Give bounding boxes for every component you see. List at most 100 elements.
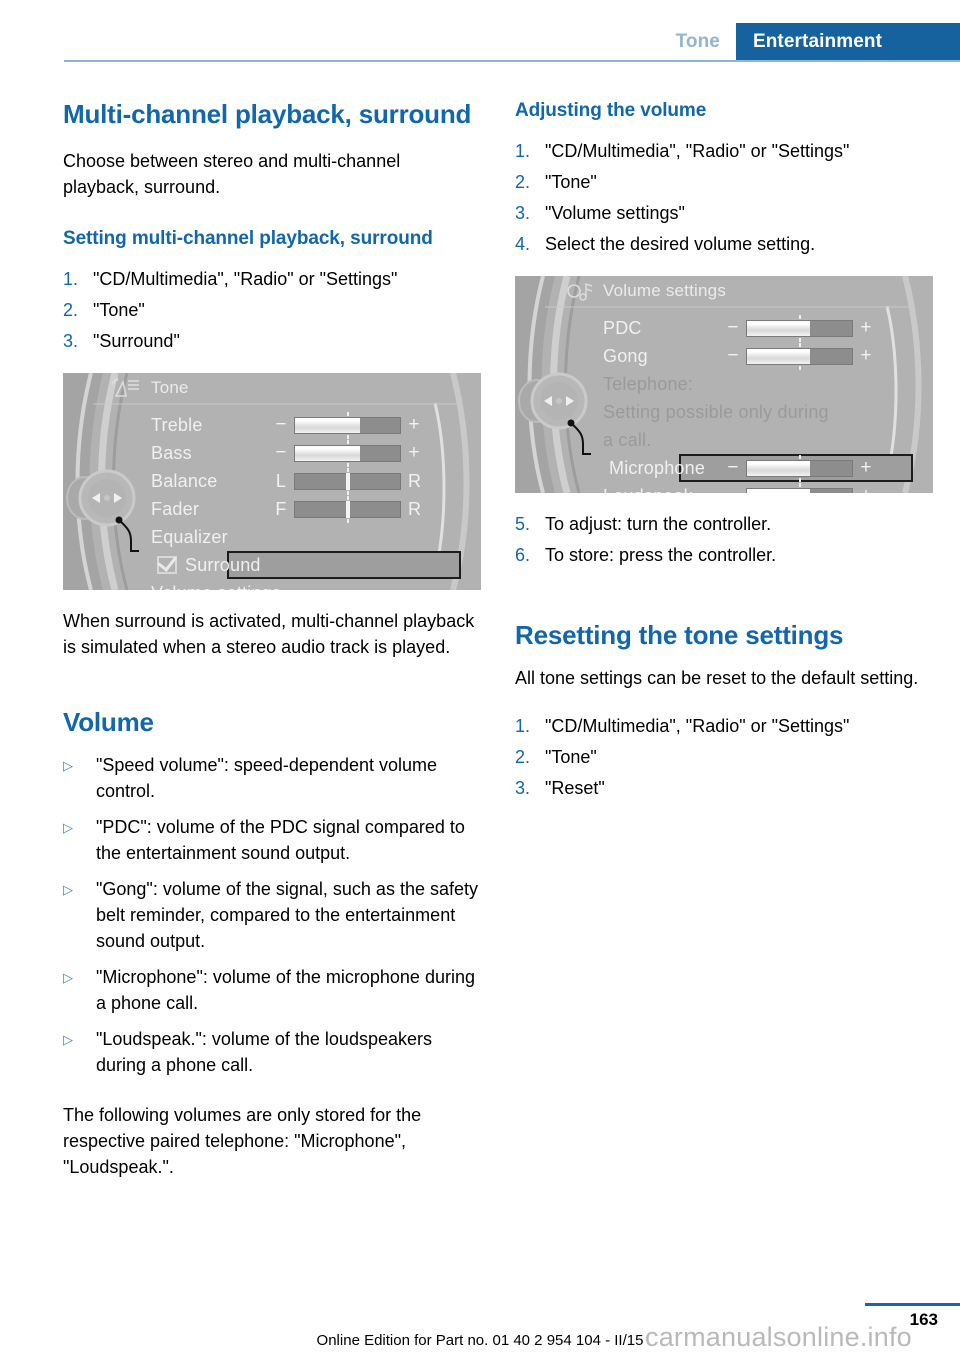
header-divider xyxy=(64,60,960,62)
tone-row-bass[interactable]: Bass − + xyxy=(151,439,471,467)
row-label: Surround xyxy=(185,554,261,575)
volume-row-microphone[interactable]: Microphone − + xyxy=(603,454,923,482)
plus-icon[interactable]: + xyxy=(408,443,420,462)
step-text: "CD/Multimedia", "Radio" or "Settings" xyxy=(93,269,398,289)
plus-icon[interactable]: + xyxy=(860,486,872,493)
step-text: "Tone" xyxy=(545,747,597,767)
triangle-bullet-icon: ▷ xyxy=(63,758,73,773)
section-heading-volume: Volume xyxy=(63,707,154,737)
list-item: ▷ "Gong": volume of the signal, such as … xyxy=(63,876,481,964)
bullet-text: "PDC": volume of the PDC signal compared… xyxy=(96,817,465,863)
step-number: 2. xyxy=(63,300,79,320)
tone-screen-illustration: Tone Treble − + Bass − + Balance L R Fad… xyxy=(63,373,481,590)
screen-title: Tone xyxy=(151,378,189,397)
list-item: ▷ "Microphone": volume of the microphone… xyxy=(63,964,481,1026)
header-tab-group: Tone Entertainment xyxy=(666,23,960,60)
plus-icon[interactable]: + xyxy=(408,415,420,434)
triangle-bullet-icon: ▷ xyxy=(63,1032,73,1047)
minus-icon[interactable]: − xyxy=(727,458,739,477)
list-item: 6. To store: press the controller. xyxy=(515,542,933,573)
volume-row-loudspeaker[interactable]: Loudspeak. − + xyxy=(603,482,923,493)
checkbox-checked-icon[interactable] xyxy=(157,556,177,574)
list-item: 3. "Volume settings" xyxy=(515,200,933,231)
fader-front-label: F xyxy=(275,499,287,519)
right-column: Adjusting the volume 1. "CD/Multimedia",… xyxy=(515,98,933,806)
list-item: 3. "Reset" xyxy=(515,775,933,806)
volume-settings-screen-illustration: Volume settings PDC − + Gong − + Telepho… xyxy=(515,276,933,493)
plus-icon[interactable]: + xyxy=(860,346,872,365)
slider-balance[interactable] xyxy=(294,467,401,495)
row-label: PDC xyxy=(603,317,642,338)
slider-fader[interactable] xyxy=(294,495,401,523)
triangle-bullet-icon: ▷ xyxy=(63,970,73,985)
page-number: 163 xyxy=(909,1310,938,1329)
tone-row-volume-settings[interactable]: Volume settings xyxy=(151,579,471,591)
tab-tone[interactable]: Tone xyxy=(666,23,736,60)
list-item: 2. "Tone" xyxy=(515,744,933,775)
steps-adjusting-volume-continued: 5. To adjust: turn the controller. 6. To… xyxy=(515,511,933,573)
step-number: 1. xyxy=(63,269,79,289)
reset-intro-paragraph: All tone settings can be reset to the de… xyxy=(515,668,919,688)
screen-title: Volume settings xyxy=(603,281,727,300)
minus-icon[interactable]: − xyxy=(727,318,739,337)
bullet-text: "Microphone": volume of the microphone d… xyxy=(96,967,475,1013)
tone-row-treble[interactable]: Treble − + xyxy=(151,411,471,439)
slider-loudspeaker[interactable] xyxy=(746,482,853,493)
row-label: Gong xyxy=(603,345,648,366)
volume-row-pdc[interactable]: PDC − + xyxy=(603,314,923,342)
slider-treble[interactable] xyxy=(294,411,401,439)
minus-icon[interactable]: − xyxy=(727,346,739,365)
plus-icon[interactable]: + xyxy=(860,458,872,477)
step-number: 2. xyxy=(515,747,531,767)
tone-rows: Treble − + Bass − + Balance L R Fader F … xyxy=(151,411,471,590)
volume-row-telephone-note-2: a call. xyxy=(603,426,923,454)
triangle-bullet-icon: ▷ xyxy=(63,820,73,835)
step-text: "Tone" xyxy=(545,172,597,192)
step-text: "Surround" xyxy=(93,331,180,351)
steps-adjusting-volume: 1. "CD/Multimedia", "Radio" or "Settings… xyxy=(515,138,933,262)
step-number: 5. xyxy=(515,514,531,534)
row-label: Telephone: xyxy=(603,373,694,394)
tone-row-fader[interactable]: Fader F R xyxy=(151,495,471,523)
section-heading-setting: Setting multi-channel playback, surround xyxy=(63,228,433,249)
minus-icon[interactable]: − xyxy=(275,415,287,434)
volume-closing-paragraph: The following volumes are only stored fo… xyxy=(63,1105,422,1177)
slider-microphone[interactable] xyxy=(746,454,853,482)
slider-bass[interactable] xyxy=(294,439,401,467)
section-heading-resetting: Resetting the tone settings xyxy=(515,620,844,650)
list-item: 1. "CD/Multimedia", "Radio" or "Settings… xyxy=(515,138,933,169)
surround-description: When surround is activated, multi-channe… xyxy=(63,611,475,657)
step-number: 3. xyxy=(63,331,79,351)
bullet-text: "Speed volume": speed-dependent volume c… xyxy=(96,755,438,801)
tone-row-balance[interactable]: Balance L R xyxy=(151,467,471,495)
list-item: 3. "Surround" xyxy=(63,328,481,359)
page-title: Multi-channel playback, surround xyxy=(63,99,472,129)
step-number: 2. xyxy=(515,172,531,192)
row-label: Balance xyxy=(151,470,218,491)
list-item: ▷ "PDC": volume of the PDC signal compar… xyxy=(63,814,481,876)
list-item: 2. "Tone" xyxy=(515,169,933,200)
step-number: 1. xyxy=(515,716,531,736)
step-text: "Volume settings" xyxy=(545,203,685,223)
tone-row-equalizer[interactable]: Equalizer xyxy=(151,523,471,551)
step-text: To store: press the controller. xyxy=(545,545,777,565)
minus-icon[interactable]: − xyxy=(275,443,287,462)
tab-entertainment[interactable]: Entertainment xyxy=(735,23,960,60)
volume-row-gong[interactable]: Gong − + xyxy=(603,342,923,370)
tone-row-surround[interactable]: Surround xyxy=(151,551,471,579)
step-text: "CD/Multimedia", "Radio" or "Settings" xyxy=(545,141,850,161)
slider-gong[interactable] xyxy=(746,342,853,370)
minus-icon[interactable]: − xyxy=(727,486,739,493)
slider-pdc[interactable] xyxy=(746,314,853,342)
step-number: 6. xyxy=(515,545,531,565)
edition-notice: Online Edition for Part no. 01 40 2 954 … xyxy=(316,1332,644,1349)
intro-paragraph: Choose between stereo and multi-channel … xyxy=(63,151,401,197)
triangle-bullet-icon: ▷ xyxy=(63,882,73,897)
bullet-text: "Gong": volume of the signal, such as th… xyxy=(96,879,478,951)
list-item: 2. "Tone" xyxy=(63,297,481,328)
plus-icon[interactable]: + xyxy=(860,318,872,337)
fader-rear-label: R xyxy=(408,499,422,519)
list-item: ▷ "Speed volume": speed-dependent volume… xyxy=(63,752,481,814)
list-item: 1. "CD/Multimedia", "Radio" or "Settings… xyxy=(63,266,481,297)
balance-right-label: R xyxy=(408,471,422,491)
